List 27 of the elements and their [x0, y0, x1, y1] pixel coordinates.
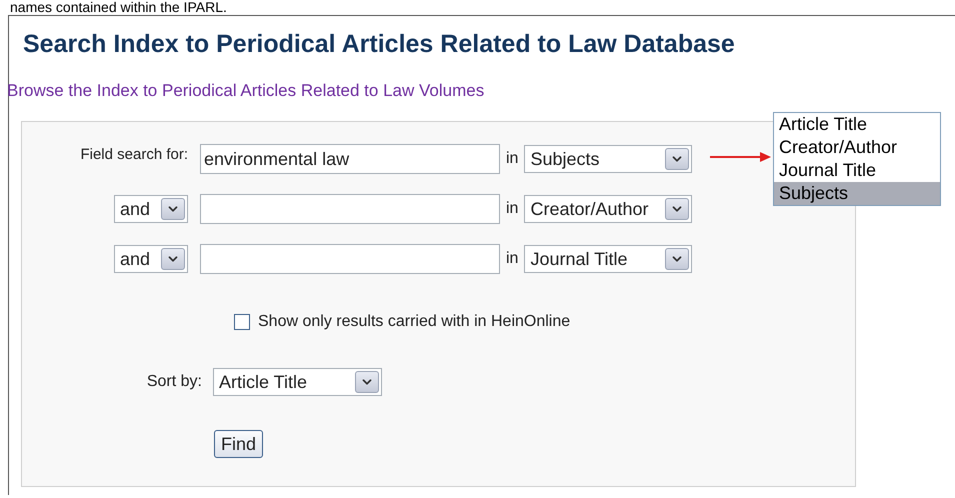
- search-field[interactable]: environmental law: [200, 144, 500, 174]
- dropdown-button[interactable]: [161, 198, 185, 220]
- intro-text: names contained within the IPARL.: [10, 0, 228, 14]
- checkbox-label: Show only results carried with in HeinOnline: [258, 312, 570, 332]
- sort-select[interactable]: Article Title: [213, 368, 382, 396]
- in-label: in: [506, 149, 518, 169]
- arrow-icon: [710, 151, 772, 163]
- page-title: Search Index to Periodical Articles Related to Law Database: [23, 29, 736, 60]
- search-field[interactable]: [200, 244, 500, 274]
- in-label: in: [506, 199, 518, 219]
- checkbox[interactable]: [234, 314, 250, 330]
- find-button[interactable]: Find: [214, 430, 264, 458]
- search-field[interactable]: [200, 194, 500, 224]
- dropdown-option[interactable]: Subjects: [774, 182, 940, 205]
- field-select[interactable]: Subjects: [524, 145, 692, 173]
- sort-label: Sort by:: [146, 372, 202, 392]
- operator-select[interactable]: and: [114, 245, 188, 273]
- in-label: in: [506, 249, 518, 269]
- dropdown-button[interactable]: [355, 371, 379, 393]
- dropdown-button[interactable]: [665, 198, 690, 220]
- field-label: Field search for:: [80, 144, 188, 165]
- dropdown-button[interactable]: [665, 248, 690, 270]
- dropdown-button[interactable]: [161, 248, 185, 270]
- operator-select[interactable]: and: [114, 195, 188, 223]
- field-select[interactable]: Creator/Author: [524, 195, 692, 223]
- dropdown-button[interactable]: [665, 148, 690, 170]
- field-select[interactable]: Journal Title: [524, 245, 692, 273]
